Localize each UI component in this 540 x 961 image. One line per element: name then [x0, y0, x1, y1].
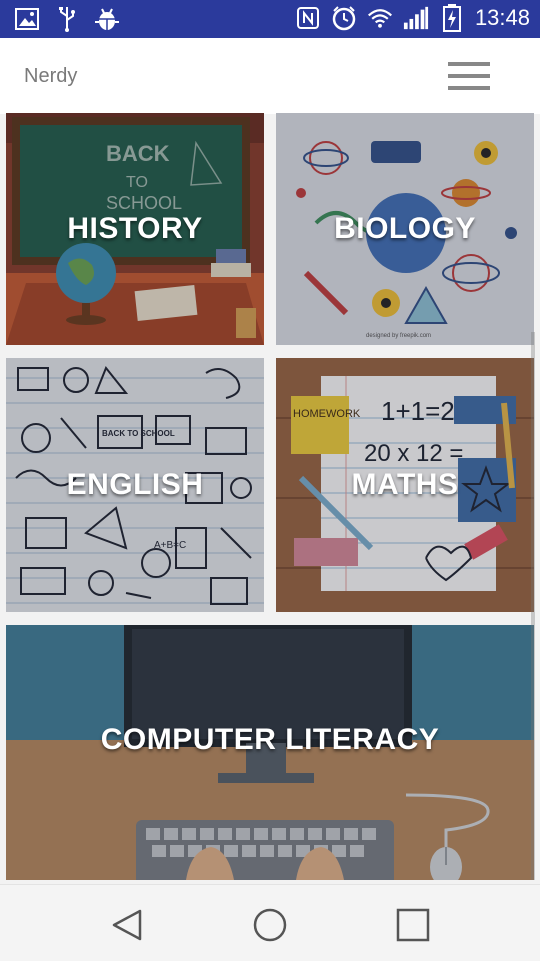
- app-title: Nerdy: [24, 65, 78, 87]
- maths-equation-1: 1+1=2: [381, 396, 455, 426]
- subject-label-history: HISTORY: [67, 212, 203, 245]
- hamburger-menu-icon[interactable]: [446, 62, 492, 94]
- wifi-icon: [367, 5, 393, 31]
- subject-label-maths: MATHS: [351, 468, 459, 501]
- maths-equation-2: 20 x 12 =: [364, 440, 464, 467]
- clock-time: 13:48: [474, 5, 530, 30]
- scrollbar[interactable]: [531, 332, 535, 880]
- recents-icon[interactable]: [393, 905, 433, 945]
- nfc-icon: [295, 5, 321, 31]
- subject-tile-biology[interactable]: designed by freepik.com BIOLOGY: [276, 113, 534, 345]
- subject-label-english: ENGLISH: [66, 468, 204, 501]
- subject-tile-history[interactable]: BACK TO SCHOOL HISTORY: [6, 113, 264, 345]
- status-bar: 13:48: [0, 0, 540, 38]
- subject-tile-english[interactable]: BACK TO SCHOOL A+B=C ENGLISH: [6, 358, 264, 612]
- subject-tile-maths[interactable]: 1+1=2 20 x 12 = HOMEWORK MATHS: [276, 358, 534, 612]
- usb-icon: [54, 6, 80, 32]
- battery-charging-icon: [439, 4, 465, 32]
- back-icon[interactable]: [108, 905, 148, 945]
- subject-label-biology: BIOLOGY: [334, 212, 476, 245]
- maths-sticky-note: HOMEWORK: [293, 408, 361, 420]
- image-icon: [14, 6, 40, 32]
- signal-icon: [403, 5, 429, 31]
- system-navigation-bar: [0, 884, 540, 961]
- android-debug-icon: [94, 6, 120, 32]
- alarm-icon: [331, 5, 357, 31]
- subject-tile-computer-literacy[interactable]: COMPUTER LITERACY: [6, 625, 534, 880]
- home-icon[interactable]: [250, 905, 290, 945]
- subject-label-computer-literacy: COMPUTER LITERACY: [100, 722, 440, 756]
